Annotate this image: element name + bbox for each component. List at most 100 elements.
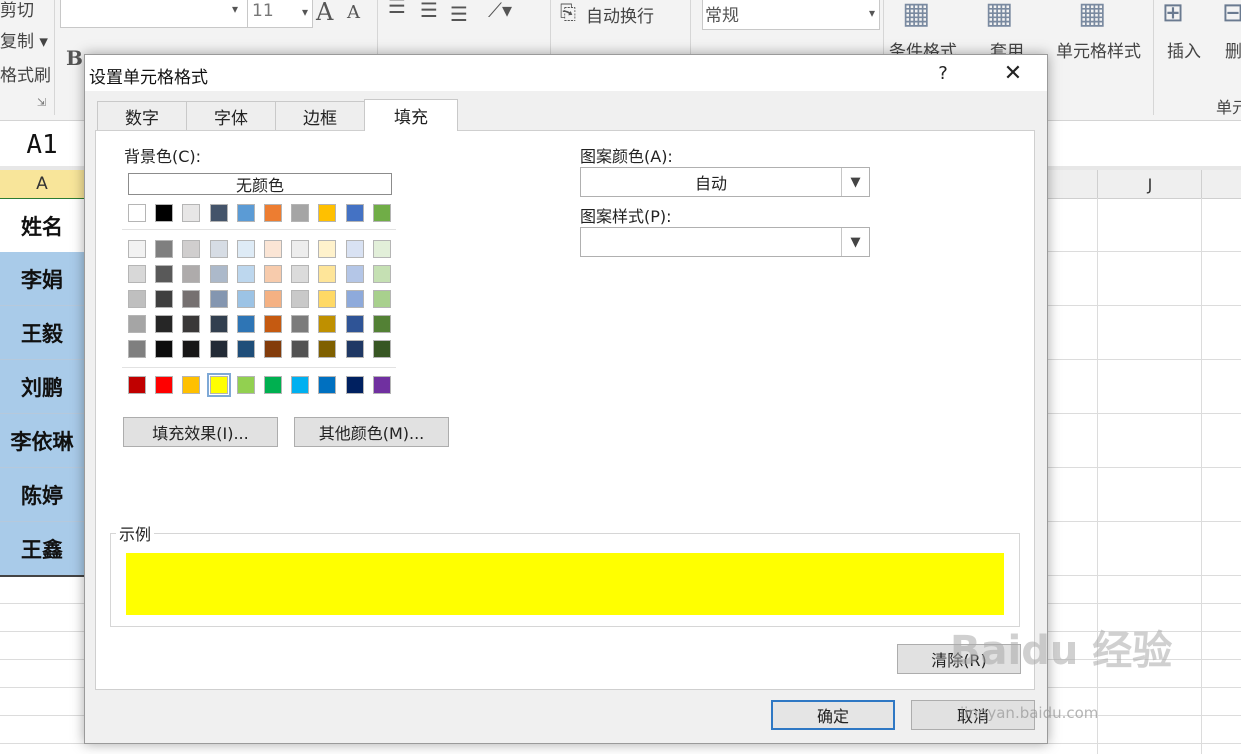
color-swatch-theme-0[interactable] xyxy=(128,204,146,222)
color-swatch-shade3-5[interactable] xyxy=(264,315,282,333)
color-swatch-standard-8[interactable] xyxy=(346,376,364,394)
conditional-formatting-icon[interactable]: ▦ xyxy=(902,0,930,31)
color-swatch-shade0-9[interactable] xyxy=(373,240,391,258)
color-swatch-standard-9[interactable] xyxy=(373,376,391,394)
color-swatch-shade4-4[interactable] xyxy=(237,340,255,358)
bold-icon[interactable]: B xyxy=(66,46,83,70)
cell-a6[interactable]: 陈婷 xyxy=(0,468,84,522)
align-top-icon[interactable]: ☰ xyxy=(388,0,406,18)
color-swatch-shade3-9[interactable] xyxy=(373,315,391,333)
delete-button[interactable]: 删 xyxy=(1225,37,1241,62)
color-swatch-shade1-4[interactable] xyxy=(237,265,255,283)
color-swatch-shade0-6[interactable] xyxy=(291,240,309,258)
color-swatch-theme-8[interactable] xyxy=(346,204,364,222)
color-swatch-shade1-5[interactable] xyxy=(264,265,282,283)
close-icon[interactable]: ✕ xyxy=(993,59,1033,87)
color-swatch-shade4-9[interactable] xyxy=(373,340,391,358)
color-swatch-shade3-2[interactable] xyxy=(182,315,200,333)
color-swatch-shade4-2[interactable] xyxy=(182,340,200,358)
cell-styles-button[interactable]: 单元格样式 xyxy=(1056,37,1141,62)
color-swatch-theme-1[interactable] xyxy=(155,204,173,222)
align-bottom-icon[interactable]: ☰ xyxy=(450,2,468,26)
color-swatch-shade3-0[interactable] xyxy=(128,315,146,333)
color-swatch-theme-9[interactable] xyxy=(373,204,391,222)
color-swatch-shade4-8[interactable] xyxy=(346,340,364,358)
chevron-down-icon[interactable]: ▼ xyxy=(841,228,869,256)
color-swatch-shade0-7[interactable] xyxy=(318,240,336,258)
color-swatch-theme-3[interactable] xyxy=(210,204,228,222)
color-swatch-shade4-5[interactable] xyxy=(264,340,282,358)
format-as-table-icon[interactable]: ▦ xyxy=(985,0,1013,31)
insert-cells-icon[interactable]: ⊞ xyxy=(1162,0,1184,28)
shrink-font-icon[interactable]: A xyxy=(347,2,360,23)
color-swatch-shade2-8[interactable] xyxy=(346,290,364,308)
cell-a3[interactable]: 王毅 xyxy=(0,306,84,360)
color-swatch-shade1-6[interactable] xyxy=(291,265,309,283)
color-swatch-shade0-2[interactable] xyxy=(182,240,200,258)
ok-button[interactable]: 确定 xyxy=(771,700,895,730)
color-swatch-shade3-3[interactable] xyxy=(210,315,228,333)
color-swatch-shade1-8[interactable] xyxy=(346,265,364,283)
color-swatch-shade2-9[interactable] xyxy=(373,290,391,308)
color-swatch-shade4-6[interactable] xyxy=(291,340,309,358)
color-swatch-shade0-0[interactable] xyxy=(128,240,146,258)
color-swatch-shade0-8[interactable] xyxy=(346,240,364,258)
color-swatch-standard-5[interactable] xyxy=(264,376,282,394)
help-button[interactable]: ? xyxy=(925,59,961,87)
color-swatch-shade2-0[interactable] xyxy=(128,290,146,308)
number-format-combo[interactable]: 常规 ▾ xyxy=(702,0,880,30)
color-swatch-shade2-7[interactable] xyxy=(318,290,336,308)
color-swatch-shade1-2[interactable] xyxy=(182,265,200,283)
cell-a4[interactable]: 刘鹏 xyxy=(0,360,84,414)
insert-button[interactable]: 插入 xyxy=(1167,37,1201,62)
color-swatch-shade2-4[interactable] xyxy=(237,290,255,308)
wrap-text-button[interactable]: 自动换行 xyxy=(586,2,654,27)
color-swatch-standard-1[interactable] xyxy=(155,376,173,394)
no-color-button[interactable]: 无颜色 xyxy=(128,173,392,195)
color-swatch-theme-2[interactable] xyxy=(182,204,200,222)
column-header-k[interactable] xyxy=(1201,170,1241,198)
color-swatch-shade1-0[interactable] xyxy=(128,265,146,283)
pattern-style-combo[interactable]: ▼ xyxy=(580,227,870,257)
color-swatch-shade2-5[interactable] xyxy=(264,290,282,308)
pattern-color-combo[interactable]: 自动 ▼ xyxy=(580,167,870,197)
chevron-down-icon[interactable]: ▼ xyxy=(841,168,869,196)
color-swatch-standard-2[interactable] xyxy=(182,376,200,394)
color-swatch-shade2-6[interactable] xyxy=(291,290,309,308)
color-swatch-shade3-1[interactable] xyxy=(155,315,173,333)
color-swatch-standard-4[interactable] xyxy=(237,376,255,394)
color-swatch-shade4-1[interactable] xyxy=(155,340,173,358)
color-swatch-shade4-3[interactable] xyxy=(210,340,228,358)
tab-border[interactable]: 边框 xyxy=(275,101,365,130)
dialog-title-bar[interactable]: 设置单元格格式 ? ✕ xyxy=(85,55,1047,91)
format-painter-button[interactable]: 格式刷 xyxy=(0,61,51,86)
color-swatch-standard-7[interactable] xyxy=(318,376,336,394)
cut-button[interactable]: 剪切 xyxy=(0,0,34,21)
column-header-j[interactable]: J xyxy=(1097,170,1202,198)
tab-fill[interactable]: 填充 xyxy=(364,99,458,131)
color-swatch-shade0-5[interactable] xyxy=(264,240,282,258)
color-swatch-shade2-3[interactable] xyxy=(210,290,228,308)
color-swatch-standard-0[interactable] xyxy=(128,376,146,394)
color-swatch-shade2-2[interactable] xyxy=(182,290,200,308)
color-swatch-shade1-7[interactable] xyxy=(318,265,336,283)
more-colors-button[interactable]: 其他颜色(M)... xyxy=(294,417,449,447)
align-middle-icon[interactable]: ☰ xyxy=(420,0,438,22)
wrap-text-icon[interactable]: ⎘ xyxy=(560,0,576,24)
font-size-combo[interactable]: 11 ▾ xyxy=(247,0,313,28)
color-swatch-theme-4[interactable] xyxy=(237,204,255,222)
cell-a7[interactable]: 王鑫 xyxy=(0,522,84,577)
tab-font[interactable]: 字体 xyxy=(186,101,276,130)
cell-a2[interactable]: 李娟 xyxy=(0,252,84,306)
clipboard-launcher-icon[interactable]: ⇲ xyxy=(37,96,46,109)
color-swatch-shade3-4[interactable] xyxy=(237,315,255,333)
color-swatch-theme-6[interactable] xyxy=(291,204,309,222)
color-swatch-shade4-0[interactable] xyxy=(128,340,146,358)
color-swatch-shade3-7[interactable] xyxy=(318,315,336,333)
color-swatch-shade0-1[interactable] xyxy=(155,240,173,258)
orientation-icon[interactable]: ⟋▾ xyxy=(488,0,512,22)
color-swatch-shade0-3[interactable] xyxy=(210,240,228,258)
color-swatch-shade1-9[interactable] xyxy=(373,265,391,283)
grow-font-icon[interactable]: A xyxy=(316,0,333,26)
cell-a1[interactable]: 姓名 xyxy=(0,199,84,253)
